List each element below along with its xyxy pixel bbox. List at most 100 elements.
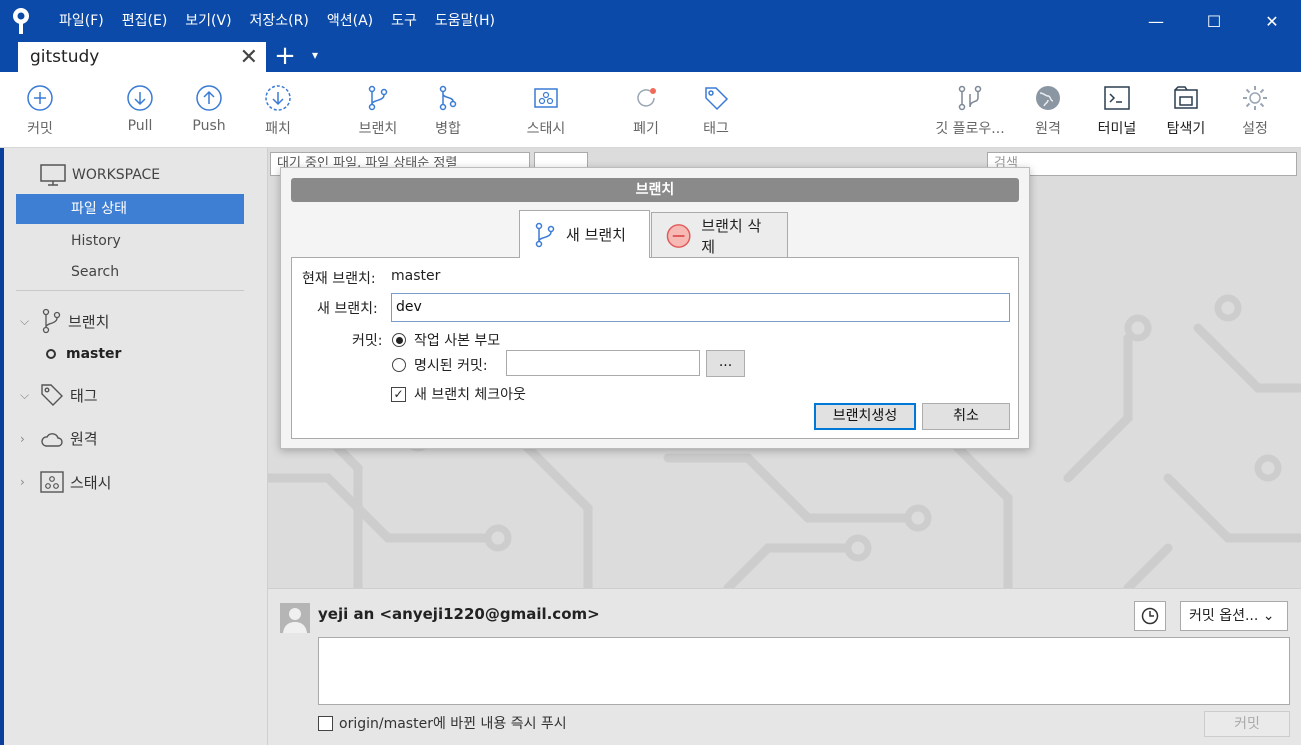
stash-label: 스태시 [526, 121, 566, 137]
menu-actions[interactable]: 액션(A) [318, 0, 382, 42]
checkout-new-branch-label: 새 브랜치 체크아웃 [414, 387, 526, 403]
specified-commit-input[interactable] [506, 350, 700, 376]
pull-label: Pull [127, 118, 153, 134]
radio-working-copy-parent[interactable]: 작업 사본 부모 [392, 330, 500, 350]
terminal-button[interactable]: 터미널 [1082, 84, 1152, 138]
sidebar-item-history[interactable]: History [16, 226, 244, 256]
checkbox-checked-icon: ✓ [391, 386, 406, 402]
menu-repository[interactable]: 저장소(R) [241, 0, 318, 42]
sidebar-section-stashes[interactable]: › 스태시 [20, 471, 111, 493]
tag-label: 태그 [703, 121, 729, 137]
checkout-new-branch-checkbox[interactable]: ✓ 새 브랜치 체크아웃 [391, 384, 526, 404]
window-controls: — ☐ ✕ [1127, 0, 1301, 42]
gitflow-icon [958, 85, 982, 111]
explorer-label: 탐색기 [1166, 121, 1206, 137]
menu-tools[interactable]: 도구 [382, 0, 426, 42]
globe-icon [1036, 86, 1060, 110]
settings-button[interactable]: 설정 [1220, 84, 1290, 138]
tab-delete-branch-label: 브랜치 삭제 [701, 216, 762, 256]
menu-file[interactable]: 파일(F) [50, 0, 113, 42]
search-input[interactable]: 검색 [987, 152, 1297, 176]
stash-icon [40, 471, 64, 493]
sidebar-item-file-status[interactable]: 파일 상태 [16, 194, 244, 224]
merge-icon [439, 85, 457, 111]
tab-new-branch[interactable]: 새 브랜치 [519, 210, 650, 258]
menu-view[interactable]: 보기(V) [176, 0, 240, 42]
tab-bar: gitstudy ✕ + ▾ [0, 42, 1301, 72]
branch-icon [42, 308, 61, 334]
new-branch-input[interactable]: dev [391, 293, 1010, 322]
sidebar-section-remotes[interactable]: › 원격 [20, 428, 98, 449]
commit-label: 커밋 [27, 121, 53, 137]
tab-delete-branch[interactable]: 브랜치 삭제 [651, 212, 788, 258]
sidebar-item-search[interactable]: Search [16, 257, 244, 287]
commit-source-label: 커밋: [352, 333, 383, 349]
patch-icon [265, 85, 291, 111]
push-immediately-checkbox[interactable]: origin/master에 바뀐 내용 즉시 푸시 [318, 713, 567, 733]
sidebar-section-tags[interactable]: ⌵ 태그 [20, 383, 98, 407]
specified-commit-label: 명시된 커밋: [414, 358, 488, 374]
push-button[interactable]: Push [174, 84, 244, 134]
browse-commit-button[interactable]: ... [706, 350, 745, 377]
sidebar-divider [16, 290, 244, 291]
branch-button[interactable]: 브랜치 [343, 84, 413, 138]
working-copy-parent-label: 작업 사본 부모 [414, 333, 501, 349]
branch-name: master [66, 346, 122, 362]
dialog-title: 브랜치 [291, 178, 1019, 202]
explorer-button[interactable]: 탐색기 [1151, 84, 1221, 138]
sidebar-section-branches[interactable]: ⌵ 브랜치 [20, 308, 109, 334]
plus-circle-icon [27, 85, 53, 111]
close-window-button[interactable]: ✕ [1243, 0, 1301, 42]
gitflow-button[interactable]: 깃 플로우... [928, 84, 1012, 138]
stash-icon [534, 88, 558, 108]
tag-button[interactable]: 태그 [681, 84, 751, 138]
radio-unselected-icon [392, 358, 406, 372]
create-branch-button[interactable]: 브랜치생성 [814, 403, 916, 430]
push-immediately-label: origin/master에 바뀐 내용 즉시 푸시 [339, 716, 567, 732]
checkbox-icon [318, 715, 333, 731]
workspace-label: WORKSPACE [72, 167, 161, 183]
cancel-button[interactable]: 취소 [922, 403, 1010, 430]
maximize-button[interactable]: ☐ [1185, 0, 1243, 42]
chevron-right-icon: › [20, 431, 25, 446]
chevron-down-icon: ⌄ [1262, 608, 1275, 624]
sidebar-branch-master[interactable]: master [46, 346, 121, 362]
cloud-icon [41, 432, 63, 447]
pull-button[interactable]: Pull [105, 84, 175, 134]
stash-button[interactable]: 스태시 [511, 84, 581, 138]
monitor-icon [40, 164, 66, 186]
remote-button[interactable]: 원격 [1013, 84, 1083, 138]
explorer-icon [1174, 86, 1198, 109]
tab-close-icon[interactable]: ✕ [240, 45, 258, 70]
menu-bar: 파일(F) 편집(E) 보기(V) 저장소(R) 액션(A) 도구 도움말(H) [50, 0, 504, 42]
push-label: Push [192, 118, 226, 134]
tab-dropdown-icon[interactable]: ▾ [312, 48, 318, 62]
merge-button[interactable]: 병합 [413, 84, 483, 138]
chevron-down-icon: ⌵ [20, 313, 30, 328]
tab-gitstudy[interactable]: gitstudy ✕ [18, 42, 266, 72]
discard-button[interactable]: 폐기 [611, 84, 681, 138]
patch-button[interactable]: 패치 [243, 84, 313, 138]
patch-label: 패치 [265, 121, 291, 137]
commit-message-input[interactable] [318, 637, 1290, 705]
gitflow-label: 깃 플로우... [935, 121, 1005, 137]
chevron-down-icon: ⌵ [20, 387, 30, 402]
menu-help[interactable]: 도움말(H) [426, 0, 504, 42]
chevron-right-icon: › [20, 475, 25, 489]
merge-label: 병합 [435, 121, 461, 137]
add-tab-button[interactable]: + [272, 42, 298, 72]
commit-submit-button[interactable]: 커밋 [1204, 711, 1290, 737]
menu-edit[interactable]: 편집(E) [113, 0, 177, 42]
radio-specified-commit[interactable]: 명시된 커밋: [392, 355, 488, 375]
commit-button[interactable]: 커밋 [5, 84, 75, 138]
commit-history-button[interactable] [1134, 601, 1166, 631]
terminal-icon [1104, 86, 1130, 110]
upload-arrow-icon [196, 85, 222, 111]
discard-label: 폐기 [633, 121, 659, 137]
minimize-button[interactable]: — [1127, 0, 1185, 42]
commit-options-label: 커밋 옵션... [1189, 608, 1259, 624]
branch-icon [368, 85, 388, 111]
sidebar: WORKSPACE 파일 상태 History Search ⌵ 브랜치 mas… [4, 148, 268, 745]
tag-icon [705, 87, 729, 111]
commit-options-dropdown[interactable]: 커밋 옵션... ⌄ [1180, 601, 1288, 631]
